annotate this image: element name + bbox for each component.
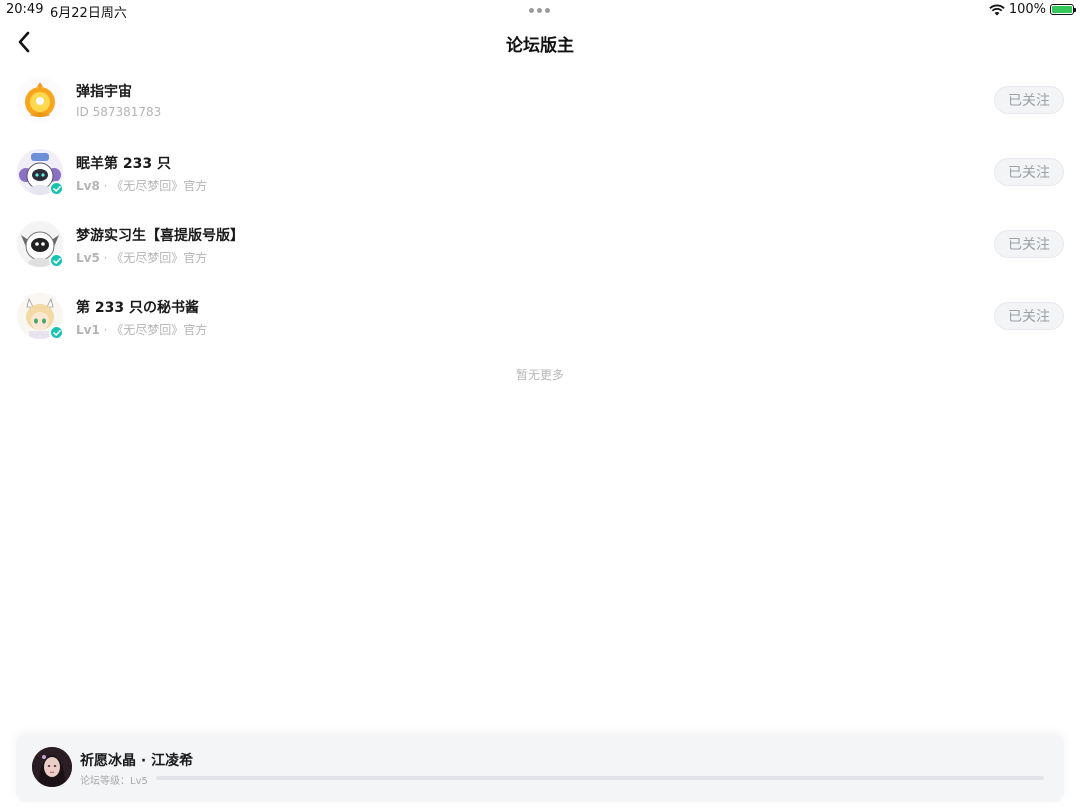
following-button[interactable]: 已关注 (994, 86, 1064, 114)
user-level-card[interactable]: 祈愿冰晶 · 江凌希 论坛等级：Lv5 (16, 734, 1064, 802)
moderator-subtitle: Lv1 · 《无尽梦回》官方 (76, 323, 208, 337)
page-title: 论坛版主 (506, 36, 574, 56)
verified-badge-icon (49, 181, 64, 196)
verified-badge-icon (49, 325, 64, 340)
list-end-text: 暂无更多 (515, 368, 564, 382)
battery-percent: 100% (1008, 2, 1046, 17)
moderator-name: 弹指宇宙 (76, 84, 132, 100)
level-progress-bar (156, 776, 1044, 780)
moderator-subtitle: Lv8 · 《无尽梦回》官方 (76, 179, 208, 193)
moderator-name: 第 233 只の秘书酱 (76, 300, 199, 316)
avatar[interactable] (17, 221, 64, 268)
following-button[interactable]: 已关注 (994, 158, 1064, 186)
following-button[interactable]: 已关注 (994, 230, 1064, 258)
status-date: 6月22日周六 (50, 6, 127, 21)
list-item[interactable]: 眠羊第 233 只 Lv8 · 《无尽梦回》官方 已关注 (0, 136, 1080, 208)
moderator-subtitle: ID 587381783 (76, 105, 162, 119)
battery-icon (1050, 4, 1076, 15)
wifi-icon (989, 4, 1005, 15)
avatar[interactable] (17, 149, 64, 196)
list-item[interactable]: 弹指宇宙 ID 587381783 已关注 (0, 64, 1080, 136)
following-button[interactable]: 已关注 (994, 302, 1064, 330)
verified-badge-icon (49, 253, 64, 268)
nav-bar: 论坛版主 (0, 22, 1080, 62)
list-item[interactable]: 梦游实习生【喜提版号版】 Lv5 · 《无尽梦回》官方 已关注 (0, 208, 1080, 280)
moderator-list: 弹指宇宙 ID 587381783 已关注 眠羊第 233 只 Lv8 · 《无… (0, 64, 1080, 352)
avatar[interactable] (17, 77, 63, 123)
user-name: 祈愿冰晶 · 江凌希 (80, 753, 194, 769)
moderator-name: 梦游实习生【喜提版号版】 (76, 228, 244, 244)
avatar[interactable] (17, 293, 64, 340)
moderator-name: 眠羊第 233 只 (76, 156, 171, 172)
moderator-subtitle: Lv5 · 《无尽梦回》官方 (76, 251, 208, 265)
character-portrait-avatar-icon (32, 747, 72, 787)
multitasking-dots-icon[interactable] (529, 8, 550, 13)
status-bar: 20:49 6月22日周六 100% (0, 0, 1080, 21)
orange-mascot-avatar-icon (17, 77, 63, 123)
forum-level-label: 论坛等级：Lv5 (80, 776, 148, 787)
list-item[interactable]: 第 233 只の秘书酱 Lv1 · 《无尽梦回》官方 已关注 (0, 280, 1080, 352)
avatar[interactable] (32, 747, 72, 787)
status-time: 20:49 (6, 2, 44, 17)
